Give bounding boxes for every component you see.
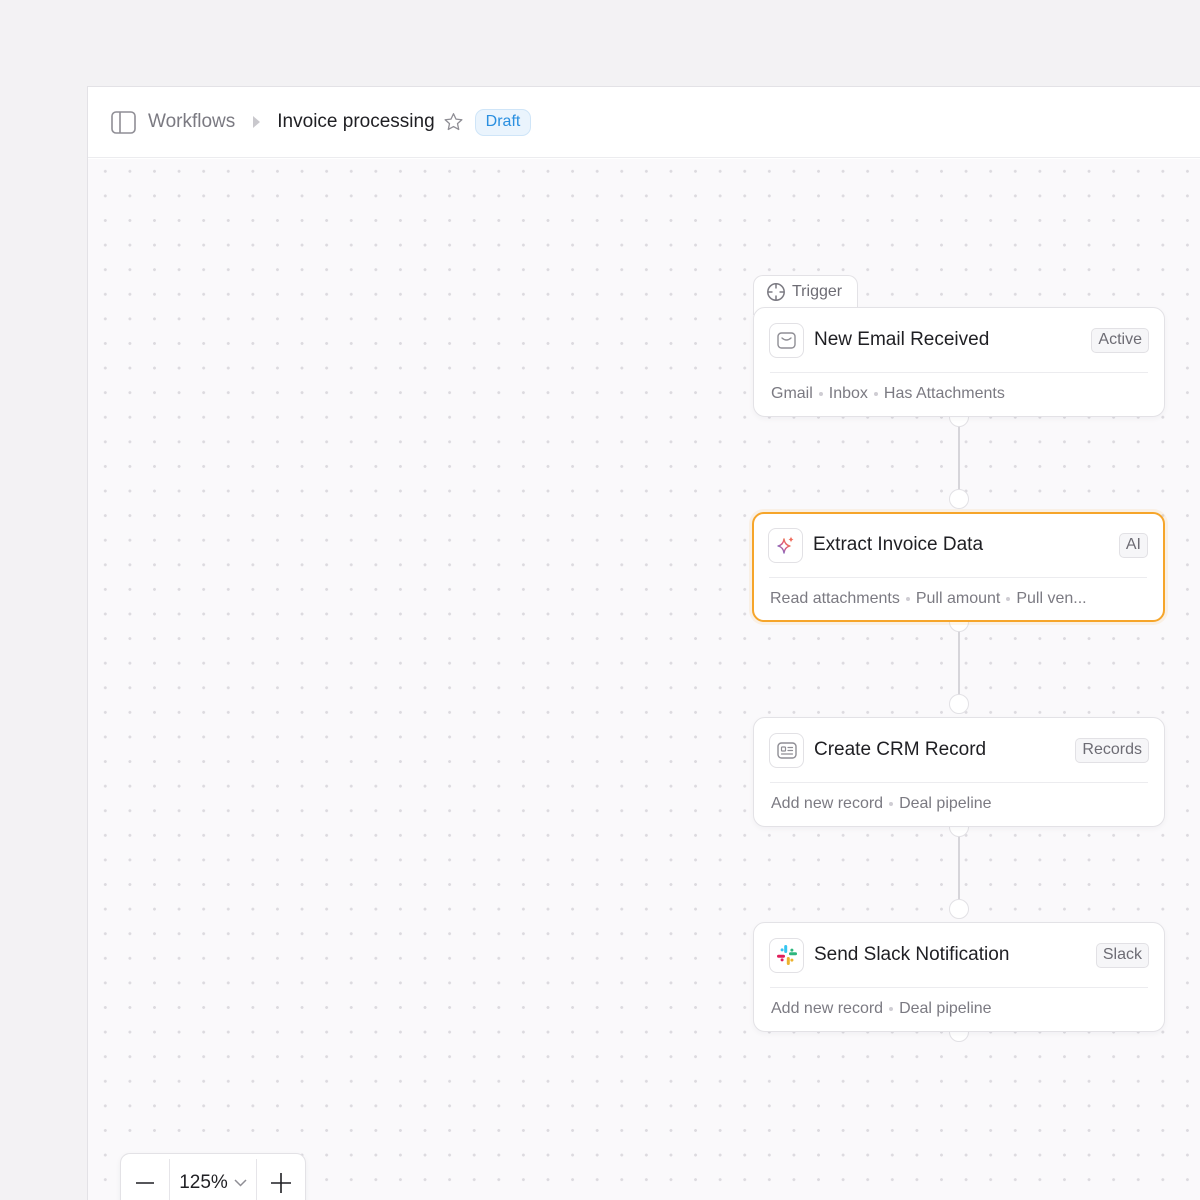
chevron-right-icon bbox=[252, 115, 261, 129]
node-port-in[interactable] bbox=[949, 899, 969, 919]
workflow-node-new-email[interactable]: New Email Received Active Gmail Inbox Ha… bbox=[753, 307, 1165, 417]
zoom-level-value: 125% bbox=[179, 1172, 228, 1193]
meta-item: Gmail bbox=[771, 385, 813, 402]
plus-icon bbox=[270, 1172, 292, 1194]
meta-item: Add new record bbox=[771, 1000, 884, 1017]
zoom-controls: 125% bbox=[120, 1153, 306, 1200]
mail-icon bbox=[769, 322, 804, 358]
star-icon[interactable] bbox=[443, 112, 464, 132]
workflow-editor-window: Workflows Invoice processing Draft Trigg… bbox=[87, 86, 1200, 1200]
meta-item: Deal pipeline bbox=[899, 795, 992, 812]
divider bbox=[769, 577, 1147, 578]
meta-item: Pull amount bbox=[915, 590, 1001, 607]
sparkle-icon bbox=[768, 527, 803, 563]
chevron-down-icon bbox=[234, 1179, 247, 1187]
minus-icon bbox=[135, 1173, 155, 1193]
node-meta: Add new record Deal pipeline bbox=[771, 1000, 992, 1018]
node-tag: Records bbox=[1075, 737, 1149, 763]
trigger-label-text: Trigger bbox=[792, 282, 843, 300]
zoom-out-button[interactable] bbox=[121, 1159, 169, 1200]
workflow-node-create-crm-record[interactable]: Create CRM Record Records Add new record… bbox=[753, 717, 1165, 827]
status-badge: Draft bbox=[474, 108, 532, 136]
meta-item: Read attachments bbox=[770, 590, 900, 607]
zoom-level-select[interactable]: 125% bbox=[170, 1172, 256, 1194]
sidebar-toggle-icon[interactable] bbox=[110, 109, 136, 135]
zoom-in-button[interactable] bbox=[257, 1159, 305, 1200]
top-bar: Workflows Invoice processing Draft bbox=[88, 87, 1200, 158]
meta-item: Deal pipeline bbox=[899, 1000, 992, 1017]
node-meta: Add new record Deal pipeline bbox=[771, 795, 992, 813]
node-title: New Email Received bbox=[814, 329, 990, 350]
crosshair-icon bbox=[766, 282, 786, 302]
node-meta: Read attachments Pull amount Pull ven... bbox=[770, 590, 1087, 608]
divider bbox=[770, 987, 1148, 988]
node-title: Send Slack Notification bbox=[814, 944, 1010, 965]
workflow-node-send-slack[interactable]: Send Slack Notification Slack Add new re… bbox=[753, 922, 1165, 1032]
page-title: Invoice processing bbox=[277, 111, 435, 132]
meta-item: Add new record bbox=[771, 795, 884, 812]
slack-icon bbox=[769, 937, 804, 973]
meta-item: Inbox bbox=[828, 385, 868, 402]
node-meta: Gmail Inbox Has Attachments bbox=[771, 385, 1005, 403]
node-port-in[interactable] bbox=[949, 694, 969, 714]
node-tag: AI bbox=[1118, 532, 1148, 558]
node-title: Extract Invoice Data bbox=[813, 534, 984, 555]
meta-item: Pull ven... bbox=[1016, 590, 1087, 607]
node-port-in[interactable] bbox=[949, 489, 969, 509]
divider bbox=[770, 372, 1148, 373]
node-title: Create CRM Record bbox=[814, 739, 987, 760]
divider bbox=[770, 782, 1148, 783]
workflow-canvas[interactable]: Trigger New Email Received Active Gmail … bbox=[88, 159, 1200, 1200]
breadcrumb-workflows[interactable]: Workflows bbox=[148, 111, 235, 133]
meta-item: Has Attachments bbox=[883, 385, 1005, 402]
node-tag: Slack bbox=[1095, 942, 1149, 968]
workflow-node-extract-invoice[interactable]: Extract Invoice Data AI Read attachments… bbox=[752, 512, 1165, 622]
node-tag: Active bbox=[1091, 327, 1149, 353]
record-card-icon bbox=[769, 732, 804, 768]
